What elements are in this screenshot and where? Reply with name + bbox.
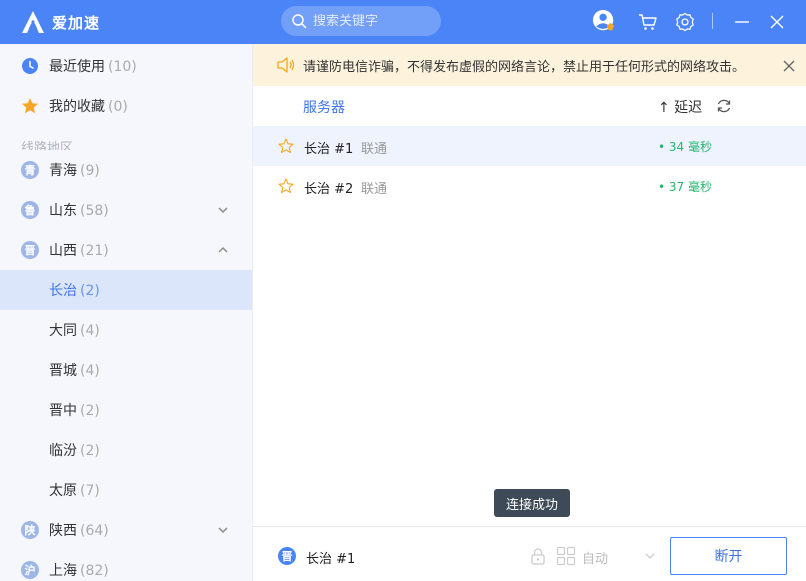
search-box[interactable] [281, 6, 441, 36]
server-isp: 联通 [361, 142, 388, 157]
province-label: 陕西 [49, 523, 77, 539]
sidebar-item-shaanxi[interactable]: 陕 陕西 (64) [0, 510, 252, 550]
favorite-star-icon[interactable] [278, 138, 294, 154]
city-label: 晋城 [49, 363, 77, 379]
star-icon [22, 98, 38, 114]
notice-banner: 请谨防电信诈骗，不得发布虚假的网络言论，禁止用于任何形式的网络攻击。 [253, 44, 806, 86]
col-latency-header[interactable]: ↑ 延迟 [658, 97, 702, 117]
favorite-star-icon[interactable] [278, 178, 294, 194]
sidebar-item-changzhi[interactable]: 长治 (2) [0, 270, 252, 310]
minimize-icon [735, 21, 749, 23]
city-count: (4) [80, 323, 100, 339]
mode-grid-icon[interactable] [556, 546, 576, 566]
province-label: 山西 [49, 243, 77, 259]
col-server-header[interactable]: 服务器 [303, 97, 345, 117]
sidebar-item-recent[interactable]: 最近使用 (10) [0, 46, 252, 86]
server-isp: 联通 [361, 182, 388, 197]
title-divider [712, 13, 713, 29]
chevron-down-icon[interactable] [216, 203, 230, 217]
gear-icon [676, 12, 694, 32]
sidebar-item-shanghai[interactable]: 沪 上海 (82) [0, 550, 252, 581]
province-label: 青海 [49, 163, 77, 179]
disconnect-button[interactable]: 断开 [670, 537, 787, 575]
chevron-down-icon[interactable] [644, 550, 656, 562]
cart-button[interactable] [636, 10, 660, 34]
province-count: (58) [80, 203, 109, 219]
sidebar-item-jinzhong[interactable]: 晋中 (2) [0, 390, 252, 430]
speaker-icon [277, 57, 295, 73]
server-name: 长治 #1 [304, 142, 354, 157]
refresh-icon[interactable] [716, 98, 732, 114]
server-row[interactable]: 长治 #1 联通 • 34 毫秒 [253, 126, 806, 166]
user-icon [592, 9, 615, 31]
sidebar-item-taiyuan[interactable]: 太原 (7) [0, 470, 252, 510]
province-badge: 陕 [21, 521, 39, 539]
city-label: 太原 [49, 483, 77, 499]
sidebar-item-linfen[interactable]: 临汾 (2) [0, 430, 252, 470]
settings-button[interactable] [673, 10, 697, 34]
close-window-button[interactable] [765, 10, 789, 34]
minimize-button[interactable] [730, 10, 754, 34]
current-server-name: 长治 #1 [306, 552, 356, 567]
server-table-header: 服务器 ↑ 延迟 [253, 86, 806, 126]
recent-label: 最近使用 [49, 59, 105, 75]
city-count: (2) [80, 443, 100, 459]
current-province-badge: 晋 [278, 547, 296, 565]
province-label: 上海 [49, 563, 77, 579]
sidebar-item-favorites[interactable]: 我的收藏 (0) [0, 86, 252, 126]
province-badge: 青 [21, 161, 39, 179]
province-count: (82) [80, 563, 109, 579]
mode-select[interactable]: 自动 [582, 548, 608, 567]
sidebar: 最近使用 (10) 我的收藏 (0) 线路地区 青 青海 (9) 鲁 山东 (58) 晋… [0, 44, 253, 581]
province-badge: 鲁 [21, 201, 39, 219]
province-count: (64) [80, 523, 109, 539]
city-count: (4) [80, 363, 100, 379]
sidebar-item-shandong[interactable]: 鲁 山东 (58) [0, 190, 252, 230]
logo-icon [22, 11, 44, 33]
chevron-up-icon[interactable] [216, 243, 230, 257]
sidebar-item-shanxi[interactable]: 晋 山西 (21) [0, 230, 252, 270]
server-latency: • 37 毫秒 [658, 180, 712, 194]
search-icon [292, 14, 307, 29]
lock-icon[interactable] [529, 547, 547, 565]
favorites-count: (0) [108, 99, 128, 115]
bottom-bar: 晋 长治 #1 自动 断开 [253, 526, 806, 581]
app-name: 爱加速 [52, 13, 101, 32]
province-badge: 沪 [21, 561, 39, 579]
notice-text: 请谨防电信诈骗，不得发布虚假的网络言论，禁止用于任何形式的网络攻击。 [303, 59, 746, 75]
favorites-label: 我的收藏 [49, 99, 105, 115]
close-icon [770, 15, 784, 29]
cart-icon [639, 14, 657, 30]
city-count: (2) [80, 283, 100, 299]
server-name: 长治 #2 [304, 182, 354, 197]
app-logo: 爱加速 [20, 9, 100, 35]
scroll-mask [0, 150, 252, 160]
province-badge: 晋 [21, 241, 39, 259]
city-label: 长治 [49, 283, 77, 299]
recent-count: (10) [108, 59, 137, 75]
province-label: 山东 [49, 203, 77, 219]
city-count: (7) [80, 483, 100, 499]
server-row[interactable]: 长治 #2 联通 • 37 毫秒 [253, 166, 806, 206]
clock-icon [22, 58, 38, 74]
sidebar-item-datong[interactable]: 大同 (4) [0, 310, 252, 350]
title-bar: 爱加速 [0, 0, 806, 44]
toast-message: 连接成功 [494, 489, 570, 517]
province-count: (21) [80, 243, 109, 259]
sidebar-item-jincheng[interactable]: 晋城 (4) [0, 350, 252, 390]
chevron-down-icon[interactable] [216, 523, 230, 537]
avatar[interactable] [592, 9, 616, 33]
close-notice-icon[interactable] [783, 60, 795, 72]
city-count: (2) [80, 403, 100, 419]
city-label: 大同 [49, 323, 77, 339]
city-label: 临汾 [49, 443, 77, 459]
server-latency: • 34 毫秒 [658, 140, 712, 154]
city-label: 晋中 [49, 403, 77, 419]
search-input[interactable] [313, 13, 433, 29]
province-count: (9) [80, 163, 100, 179]
